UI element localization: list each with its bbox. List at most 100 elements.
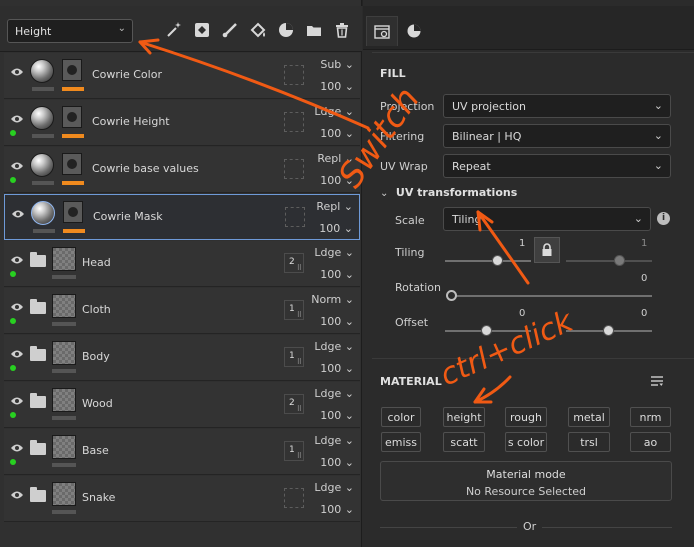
opacity[interactable]: 100 ⌄ <box>320 127 354 140</box>
opacity[interactable]: 100 ⌄ <box>319 222 353 235</box>
rotation-slider-handle[interactable] <box>446 290 457 301</box>
effects-count[interactable]: 2 ⠿ <box>284 253 304 273</box>
group-row[interactable]: Base 1 ⠿ Ldge ⌄ 100 ⌄ <box>4 429 360 475</box>
paint-brush-icon[interactable] <box>218 18 242 42</box>
eye-icon[interactable] <box>10 302 24 312</box>
layer-row[interactable]: Cowrie Color Sub ⌄ 100 ⌄ <box>4 53 360 99</box>
info-icon[interactable]: i <box>657 212 670 225</box>
filtering-label: Filtering <box>380 130 425 143</box>
effects-slot[interactable] <box>284 65 304 85</box>
eye-icon[interactable] <box>10 114 24 124</box>
opacity[interactable]: 100 ⌄ <box>320 174 354 187</box>
scale-dropdown[interactable]: Tiling ⌄ <box>443 207 651 231</box>
eye-icon[interactable] <box>11 209 25 219</box>
blend-mode[interactable]: Repl ⌄ <box>316 200 353 213</box>
opacity[interactable]: 100 ⌄ <box>320 362 354 375</box>
blend-mode[interactable]: Ldge ⌄ <box>314 481 354 494</box>
group-row[interactable]: Body 1 ⠿ Ldge ⌄ 100 ⌄ <box>4 335 360 381</box>
effects-slot[interactable] <box>285 207 305 227</box>
channel-chip-rough[interactable]: rough <box>505 407 547 427</box>
layer-row-selected[interactable]: Cowrie Mask Repl ⌄ 100 ⌄ <box>4 194 360 240</box>
trash-icon[interactable] <box>330 18 354 42</box>
uv-transformations-header[interactable]: ⌄ UV transformations <box>380 186 517 199</box>
eye-icon[interactable] <box>10 255 24 265</box>
eye-icon[interactable] <box>10 396 24 406</box>
channel-chip-emiss[interactable]: emiss <box>381 432 421 452</box>
blend-mode[interactable]: Ldge ⌄ <box>314 434 354 447</box>
channel-chip-metal[interactable]: metal <box>568 407 610 427</box>
eye-icon[interactable] <box>10 67 24 77</box>
filtering-dropdown[interactable]: Bilinear | HQ ⌄ <box>443 124 671 148</box>
group-row[interactable]: Wood 2 ⠿ Ldge ⌄ 100 ⌄ <box>4 382 360 428</box>
blend-mode[interactable]: Ldge ⌄ <box>314 105 354 118</box>
group-row[interactable]: Cloth 1 ⠿ Norm ⌄ 100 ⌄ <box>4 288 360 334</box>
folder-icon[interactable] <box>302 18 326 42</box>
projection-dropdown[interactable]: UV projection ⌄ <box>443 94 671 118</box>
blend-mode[interactable]: Ldge ⌄ <box>314 246 354 259</box>
blend-mode[interactable]: Ldge ⌄ <box>314 387 354 400</box>
rotation-slider-track[interactable] <box>450 295 652 297</box>
channel-chip-nrm[interactable]: nrm <box>630 407 671 427</box>
group-row[interactable]: Head 2 ⠿ Ldge ⌄ 100 ⌄ <box>4 241 360 287</box>
magic-wand-icon[interactable] <box>162 18 186 42</box>
blend-mode[interactable]: Sub ⌄ <box>320 58 354 71</box>
effects-count[interactable]: 1 ⠿ <box>284 441 304 461</box>
blend-mode[interactable]: Repl ⌄ <box>317 152 354 165</box>
uvwrap-dropdown[interactable]: Repeat ⌄ <box>443 154 671 178</box>
effects-slot[interactable] <box>284 159 304 179</box>
eye-icon[interactable] <box>10 490 24 500</box>
opacity[interactable]: 100 ⌄ <box>320 80 354 93</box>
tab-material-properties[interactable] <box>398 16 430 46</box>
mask-thumbnail[interactable] <box>63 201 83 223</box>
channel-chip-ao[interactable]: ao <box>630 432 671 452</box>
smart-material-icon[interactable] <box>274 18 298 42</box>
group-row[interactable]: Snake Ldge ⌄ 100 ⌄ <box>4 476 360 522</box>
layer-row[interactable]: Cowrie base values Repl ⌄ 100 ⌄ <box>4 147 360 193</box>
channel-chip-scatt[interactable]: scatt <box>443 432 485 452</box>
group-mask-thumbnail[interactable] <box>52 388 76 412</box>
effects-count[interactable]: 1 ⠿ <box>284 300 304 320</box>
mask-thumbnail[interactable] <box>62 106 82 128</box>
tiling-slider-a-handle[interactable] <box>492 255 503 266</box>
list-settings-icon[interactable] <box>650 375 664 387</box>
effects-slot[interactable] <box>284 488 304 508</box>
group-mask-thumbnail[interactable] <box>52 294 76 318</box>
group-mask-thumbnail[interactable] <box>52 482 76 506</box>
channel-chip-trsl[interactable]: trsl <box>568 432 610 452</box>
group-mask-thumbnail[interactable] <box>52 341 76 365</box>
effects-count[interactable]: 2 ⠿ <box>284 394 304 414</box>
opacity[interactable]: 100 ⌄ <box>320 268 354 281</box>
channel-chip-color[interactable]: color <box>381 407 421 427</box>
opacity[interactable]: 100 ⌄ <box>320 409 354 422</box>
offset-slider-b-handle[interactable] <box>603 325 614 336</box>
eye-icon[interactable] <box>10 443 24 453</box>
channel-select[interactable]: Height ⌄ <box>7 19 133 43</box>
eye-icon[interactable] <box>10 161 24 171</box>
group-mask-thumbnail[interactable] <box>52 435 76 459</box>
mask-thumbnail[interactable] <box>62 59 82 81</box>
opacity[interactable]: 100 ⌄ <box>320 315 354 328</box>
tiling-slider-a-track[interactable] <box>445 260 531 262</box>
add-fill-icon[interactable] <box>190 18 214 42</box>
opacity[interactable]: 100 ⌄ <box>320 456 354 469</box>
tiling-slider-b-track[interactable] <box>566 260 652 262</box>
grid-icon: ⠿ <box>296 358 302 366</box>
thumb-bar <box>33 229 55 233</box>
opacity[interactable]: 100 ⌄ <box>320 503 354 516</box>
lock-button[interactable] <box>534 237 560 263</box>
eye-icon[interactable] <box>10 349 24 359</box>
blend-mode[interactable]: Norm ⌄ <box>311 293 354 306</box>
fill-bucket-icon[interactable] <box>246 18 270 42</box>
tiling-slider-b-handle[interactable] <box>614 255 625 266</box>
channel-chip-height[interactable]: height <box>443 407 485 427</box>
layer-row[interactable]: Cowrie Height Ldge ⌄ 100 ⌄ <box>4 100 360 146</box>
blend-mode[interactable]: Ldge ⌄ <box>314 340 354 353</box>
material-mode-slot[interactable]: Material mode No Resource Selected <box>380 461 672 501</box>
offset-slider-a-handle[interactable] <box>481 325 492 336</box>
group-mask-thumbnail[interactable] <box>52 247 76 271</box>
effects-count[interactable]: 1 ⠿ <box>284 347 304 367</box>
effects-slot[interactable] <box>284 112 304 132</box>
mask-thumbnail[interactable] <box>62 153 82 175</box>
channel-chip-s-color[interactable]: s color <box>505 432 547 452</box>
tab-fill-properties[interactable] <box>366 16 398 46</box>
